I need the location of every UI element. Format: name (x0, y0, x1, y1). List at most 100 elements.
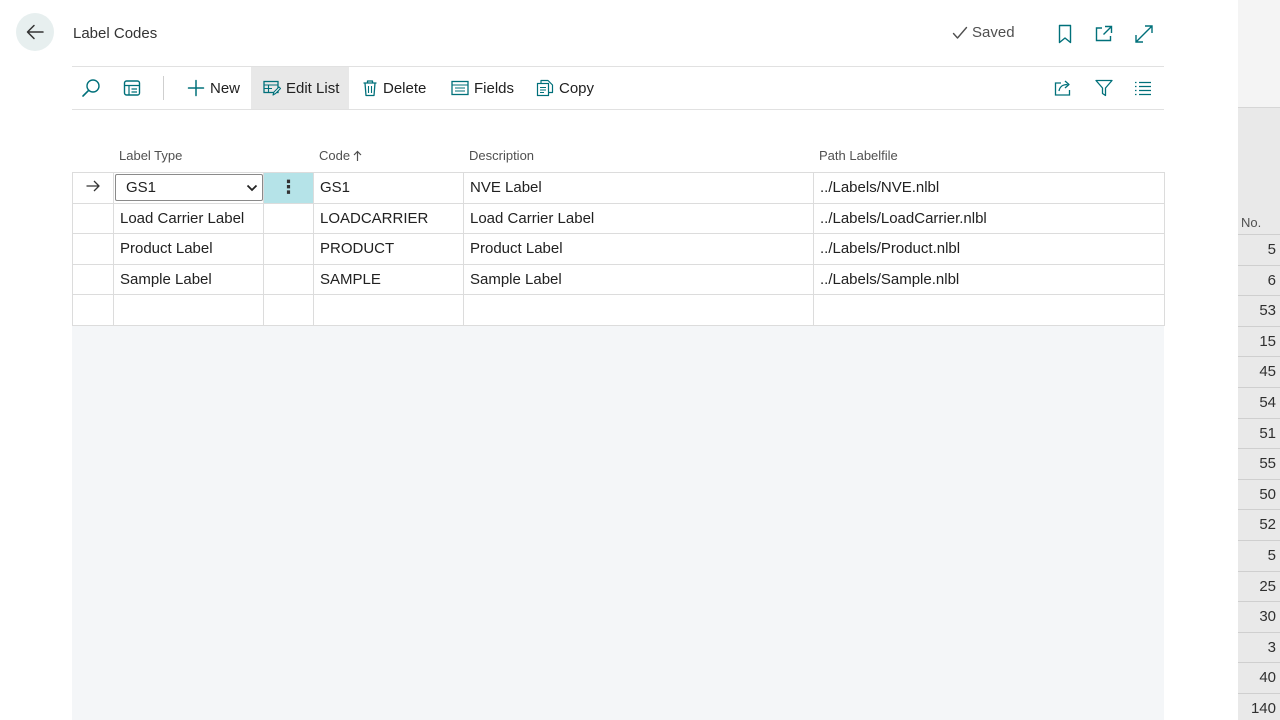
background-row: 15 (1238, 325, 1280, 357)
row-indicator (72, 202, 114, 235)
background-row: 52 (1238, 509, 1280, 540)
new-button[interactable]: New (185, 67, 242, 109)
column-header-label-type[interactable]: Label Type (119, 148, 182, 163)
label-type-cell[interactable]: GS1 (113, 172, 264, 204)
row-actions-cell[interactable] (263, 294, 314, 326)
table-row-new[interactable] (72, 294, 1165, 326)
row-actions-cell[interactable] (263, 202, 314, 235)
grid-empty-area (72, 326, 1164, 720)
label-type-cell[interactable]: Load Carrier Label (113, 202, 264, 235)
copy-label: Copy (559, 79, 595, 97)
checkmark-icon (952, 26, 968, 39)
chevron-down-icon (246, 184, 258, 192)
row-indicator (72, 172, 114, 204)
arrow-left-icon (26, 24, 44, 40)
layout-toggle-icon (123, 80, 141, 96)
new-label: New (210, 79, 241, 97)
path-cell[interactable] (813, 294, 1165, 326)
filter-icon (1095, 79, 1113, 97)
saved-label: Saved (972, 24, 1015, 41)
background-rows: 5 6 53 15 45 54 51 55 50 52 5 25 30 3 40… (1238, 234, 1280, 720)
row-indicator (72, 294, 114, 326)
description-cell[interactable]: Product Label (463, 233, 814, 265)
row-indicator (72, 233, 114, 265)
more-options-icon[interactable]: ⋮ (280, 178, 298, 196)
row-actions-cell[interactable]: ⋮ (263, 172, 314, 204)
open-new-window-icon (1095, 25, 1113, 42)
background-row: 53 (1238, 295, 1280, 326)
row-indicator (72, 263, 114, 296)
table-row[interactable]: Load Carrier Label LOADCARRIER Load Carr… (72, 202, 1165, 235)
saved-indicator: Saved (952, 24, 1015, 41)
background-page-header (1238, 0, 1280, 108)
table-row[interactable]: Product Label PRODUCT Product Label ../L… (72, 233, 1165, 265)
code-cell[interactable] (313, 294, 464, 326)
list-grid: Label Type Code Description Path Labelfi… (72, 110, 1165, 720)
action-bar-separator (163, 76, 164, 100)
edit-list-icon (263, 80, 281, 96)
row-actions-cell[interactable] (263, 233, 314, 265)
path-cell[interactable]: ../Labels/LoadCarrier.nlbl (813, 202, 1165, 235)
background-row: 40 (1238, 662, 1280, 693)
background-row: 5 (1238, 234, 1280, 265)
action-bar: New Edit List Delete Fields Copy (72, 66, 1164, 110)
copy-button[interactable]: Copy (536, 67, 594, 109)
label-codes-page: Label Codes Saved New Edit List Delete F… (0, 0, 1238, 720)
filter-button[interactable] (1094, 67, 1116, 109)
table-row[interactable]: GS1 ⋮ GS1 NVE Label ../Labels/NVE.nlbl (72, 172, 1165, 204)
path-cell[interactable]: ../Labels/Product.nlbl (813, 233, 1165, 265)
list-icon (1135, 81, 1151, 96)
delete-button[interactable]: Delete (362, 67, 426, 109)
search-button[interactable] (81, 67, 105, 109)
share-button[interactable] (1053, 67, 1075, 109)
column-header-path-labelfile[interactable]: Path Labelfile (819, 148, 898, 163)
search-icon (82, 79, 100, 97)
label-type-cell[interactable]: Product Label (113, 233, 264, 265)
background-row: 30 (1238, 601, 1280, 632)
column-header-description[interactable]: Description (469, 148, 534, 163)
background-row: 45 (1238, 356, 1280, 387)
description-cell[interactable]: Sample Label (463, 263, 814, 296)
background-row: 51 (1238, 417, 1280, 449)
label-type-cell[interactable]: Sample Label (113, 263, 264, 296)
description-cell[interactable]: Load Carrier Label (463, 202, 814, 235)
expand-icon (1135, 25, 1153, 43)
bookmark-icon (1058, 24, 1072, 44)
expand-button[interactable] (1132, 22, 1156, 46)
plus-icon (187, 79, 205, 97)
label-type-cell[interactable] (113, 294, 264, 326)
delete-label: Delete (383, 79, 427, 97)
code-cell[interactable]: LOADCARRIER (313, 202, 464, 235)
open-in-new-window-button[interactable] (1092, 22, 1116, 46)
row-actions-cell[interactable] (263, 263, 314, 296)
code-cell[interactable]: PRODUCT (313, 233, 464, 265)
list-options-button[interactable] (1133, 67, 1155, 109)
background-row: 140 (1238, 692, 1280, 720)
edit-list-label: Edit List (286, 79, 340, 97)
sort-ascending-icon (353, 150, 362, 161)
code-cell[interactable]: SAMPLE (313, 263, 464, 296)
path-cell[interactable]: ../Labels/Sample.nlbl (813, 263, 1165, 296)
bookmark-button[interactable] (1053, 22, 1077, 46)
fields-button[interactable]: Fields (451, 67, 514, 109)
label-codes-table: GS1 ⋮ GS1 NVE Label ../Labels/NVE.nlbl L… (72, 172, 1165, 326)
show-as-list-button[interactable] (122, 67, 146, 109)
background-row: 55 (1238, 448, 1280, 479)
share-icon (1054, 80, 1071, 96)
code-cell[interactable]: GS1 (313, 172, 464, 204)
column-header-code[interactable]: Code (319, 148, 362, 163)
background-row: 3 (1238, 631, 1280, 663)
background-row: 6 (1238, 264, 1280, 296)
path-cell[interactable]: ../Labels/NVE.nlbl (813, 172, 1165, 204)
label-type-selected-value: GS1 (126, 179, 157, 197)
label-type-select[interactable]: GS1 (115, 174, 263, 202)
page-title: Label Codes (73, 25, 158, 42)
background-row: 25 (1238, 570, 1280, 602)
copy-icon (536, 79, 554, 97)
edit-list-button[interactable]: Edit List (251, 67, 349, 109)
fields-icon (451, 80, 469, 96)
description-cell[interactable]: NVE Label (463, 172, 814, 204)
back-button[interactable] (16, 13, 54, 51)
description-cell[interactable] (463, 294, 814, 326)
table-row[interactable]: Sample Label SAMPLE Sample Label ../Labe… (72, 263, 1165, 296)
